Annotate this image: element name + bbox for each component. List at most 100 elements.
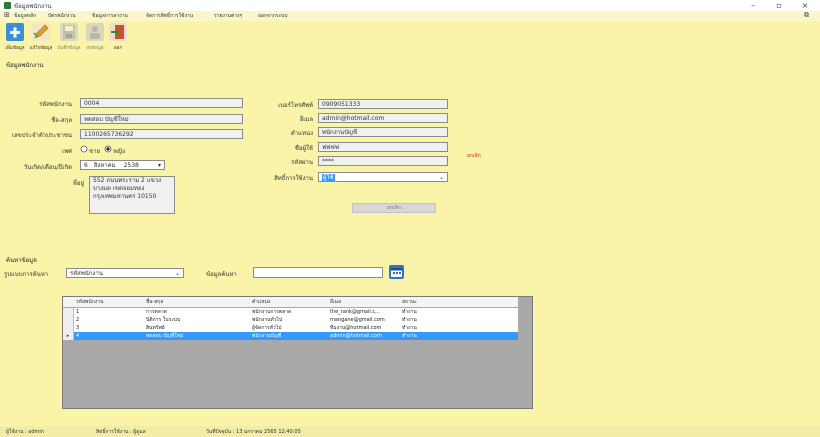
calendar-icon[interactable] — [389, 265, 404, 279]
minimize-button[interactable]: – — [740, 0, 766, 11]
cell-email: admin@hotmail.com — [330, 333, 382, 339]
birth-month: สิงหาคม — [93, 162, 116, 169]
gender-female-radio[interactable] — [104, 145, 112, 153]
cell-emp-id: 4 — [76, 333, 80, 339]
search-type-label: รูปแบบการค้นหา — [4, 271, 49, 278]
menu-item-reports[interactable]: รายงานต่างๆ — [214, 12, 242, 20]
cell-name: นิติการ ในระบบ — [146, 317, 181, 323]
birthdate-label: วันเกิด/เดือน/ปีเกิด — [23, 164, 72, 171]
password-label: รหัสผ่าน — [291, 159, 313, 166]
status-user: ผู้ใช้งาน : admin — [6, 429, 44, 435]
search-group-title: ค้นหาข้อมูล — [6, 257, 37, 264]
save-button[interactable]: บันทึกข้อมูล — [57, 23, 81, 55]
row-header[interactable] — [63, 316, 74, 324]
section-title: ข้อมูลพนักงาน — [6, 62, 44, 69]
search-type-value: รหัสพนักงาน — [70, 270, 103, 277]
calendar-dropdown-icon: ▾ — [157, 162, 161, 169]
delete-button[interactable]: ลบข้อมูล — [85, 23, 105, 55]
add-button[interactable]: เพิ่มข้อมูล — [5, 23, 25, 55]
exit-button-label: ออก — [113, 46, 123, 51]
cell-status: ทำงาน — [402, 333, 417, 339]
save-button-label: บันทึกข้อมูล — [57, 46, 81, 51]
cell-emp-id: 1 — [76, 309, 80, 315]
search-keyword-label: ข้อมูลค้นหา — [206, 271, 237, 278]
citizen-label: เลขประจำตัวประชาชน — [11, 132, 72, 139]
cell-status: ทำงาน — [402, 309, 417, 315]
exit-button[interactable]: ออก — [108, 23, 128, 55]
cell-name: การตลาด — [146, 309, 167, 315]
status-role: สิทธิ์การใช้งาน : ผู้ดูแล — [96, 429, 146, 435]
role-value: ผู้ใช้ — [322, 174, 335, 181]
mdi-system-icon[interactable]: ⊞ — [4, 11, 10, 19]
cell-email: ทีมงาน@hotmail.com — [330, 325, 382, 331]
gender-male-label: ชาย — [89, 148, 100, 155]
menu-item-employee-card[interactable]: บัตรพนักงาน — [48, 12, 76, 20]
app-icon — [4, 2, 11, 9]
search-type-select[interactable]: รหัสพนักงาน ⌄ — [66, 268, 184, 278]
phone-field[interactable]: 0909051333 — [318, 99, 448, 109]
role-label: สิทธิ์การใช้งาน — [274, 175, 313, 182]
cell-position: พนักงานบัญชี — [252, 333, 282, 339]
search-keyword-input[interactable] — [253, 267, 383, 278]
row-header[interactable] — [63, 324, 74, 332]
username-label: ชื่อผู้ใช้ — [294, 145, 313, 152]
mdi-restore-icon[interactable]: ⧉ — [804, 11, 809, 20]
birth-year: 2538 — [123, 162, 139, 169]
password-field[interactable]: **** — [318, 156, 448, 166]
cell-position: พนักงานทั่วไป — [252, 317, 283, 323]
address-label: ที่อยู่ — [72, 180, 84, 187]
birthdate-picker[interactable]: 6 สิงหาคม 2538 ▾ — [80, 160, 165, 170]
phone-label: เบอร์โทรศัพท์ — [278, 102, 313, 109]
email-field[interactable]: admin@hotmail.com — [318, 113, 448, 123]
name-field[interactable]: ทดสอบ บัญชีใหม่ — [80, 114, 243, 124]
add-user-icon — [6, 23, 24, 41]
column-header-emp-id[interactable]: รหัสพนักงาน — [76, 297, 103, 307]
row-header[interactable] — [63, 308, 74, 316]
role-select[interactable]: ผู้ใช้ ⌄ — [318, 172, 448, 182]
citizen-field[interactable]: 1100265736292 — [80, 129, 243, 139]
chevron-down-icon: ⌄ — [438, 174, 444, 181]
menu-item-logout[interactable]: ออกจากระบบ — [258, 12, 288, 20]
column-header-status[interactable]: สถานะ — [402, 297, 417, 307]
column-header-email[interactable]: อีเมล — [330, 297, 341, 307]
cell-name: สินทรัพย์ — [146, 325, 165, 331]
add-button-label: เพิ่มข้อมูล — [5, 46, 25, 51]
birth-day: 6 — [84, 162, 88, 169]
edit-button-label: แก้ไขข้อมูล — [29, 46, 53, 51]
column-header-position[interactable]: ตำแหน่ง — [252, 297, 270, 307]
warning-text: ยกเลิก — [467, 153, 481, 159]
cell-email: mangane@gmail.com — [330, 317, 385, 323]
position-label: ตำแหน่ง — [290, 130, 313, 137]
menu-item-permissions[interactable]: จัดการสิทธิ์การใช้งาน — [146, 12, 193, 20]
edit-pencil-icon — [32, 23, 50, 41]
cancel-button[interactable]: ยกเลิก — [352, 203, 436, 213]
cell-status: ทำงาน — [402, 325, 417, 331]
maximize-button[interactable]: ▫ — [766, 0, 792, 11]
exit-door-icon — [109, 23, 127, 41]
cell-position: ผู้จัดการทั่วไป — [252, 325, 282, 331]
row-header-current[interactable]: ▸ — [63, 332, 74, 340]
cell-email: the_rank@gmail.c... — [330, 309, 380, 315]
position-field[interactable]: พนักงานบัญชี — [318, 127, 448, 137]
grid-header — [63, 297, 518, 307]
menu-item-master[interactable]: ข้อมูลหลัก — [14, 12, 36, 20]
edit-button[interactable]: แก้ไขข้อมูล — [30, 23, 52, 55]
emp-id-label: รหัสพนักงาน — [39, 101, 72, 108]
title-bar: ข้อมูลพนักงาน – ▫ × — [0, 0, 820, 11]
cell-name: ทดสอบ บัญชีใหม่ — [146, 333, 184, 339]
address-field[interactable]: 552 ถนนพระราม 2 แขวงบางมด เขตจอมทอง กรุง… — [89, 176, 175, 214]
close-button[interactable]: × — [792, 0, 818, 11]
cell-position: พนักงานการตลาด — [252, 309, 292, 315]
gender-female-label: หญิง — [113, 148, 125, 155]
cell-emp-id: 2 — [76, 317, 80, 323]
menu-item-leave[interactable]: ข้อมูลการลางาน — [92, 12, 128, 20]
column-header-name[interactable]: ชื่อ-สกุล — [146, 297, 163, 307]
gender-male-radio[interactable] — [80, 145, 88, 153]
emp-id-field[interactable]: 0004 — [80, 98, 243, 108]
username-field[interactable]: ฟฟฟฟ — [318, 142, 448, 152]
save-disk-icon — [60, 23, 78, 41]
gender-label: เพศ — [62, 148, 72, 155]
chevron-down-icon: ⌄ — [174, 270, 180, 277]
status-datetime: วันที่ปัจจุบัน : 13 มกราคม 2565 12:40:05 — [206, 429, 301, 435]
window-title: ข้อมูลพนักงาน — [14, 3, 52, 10]
